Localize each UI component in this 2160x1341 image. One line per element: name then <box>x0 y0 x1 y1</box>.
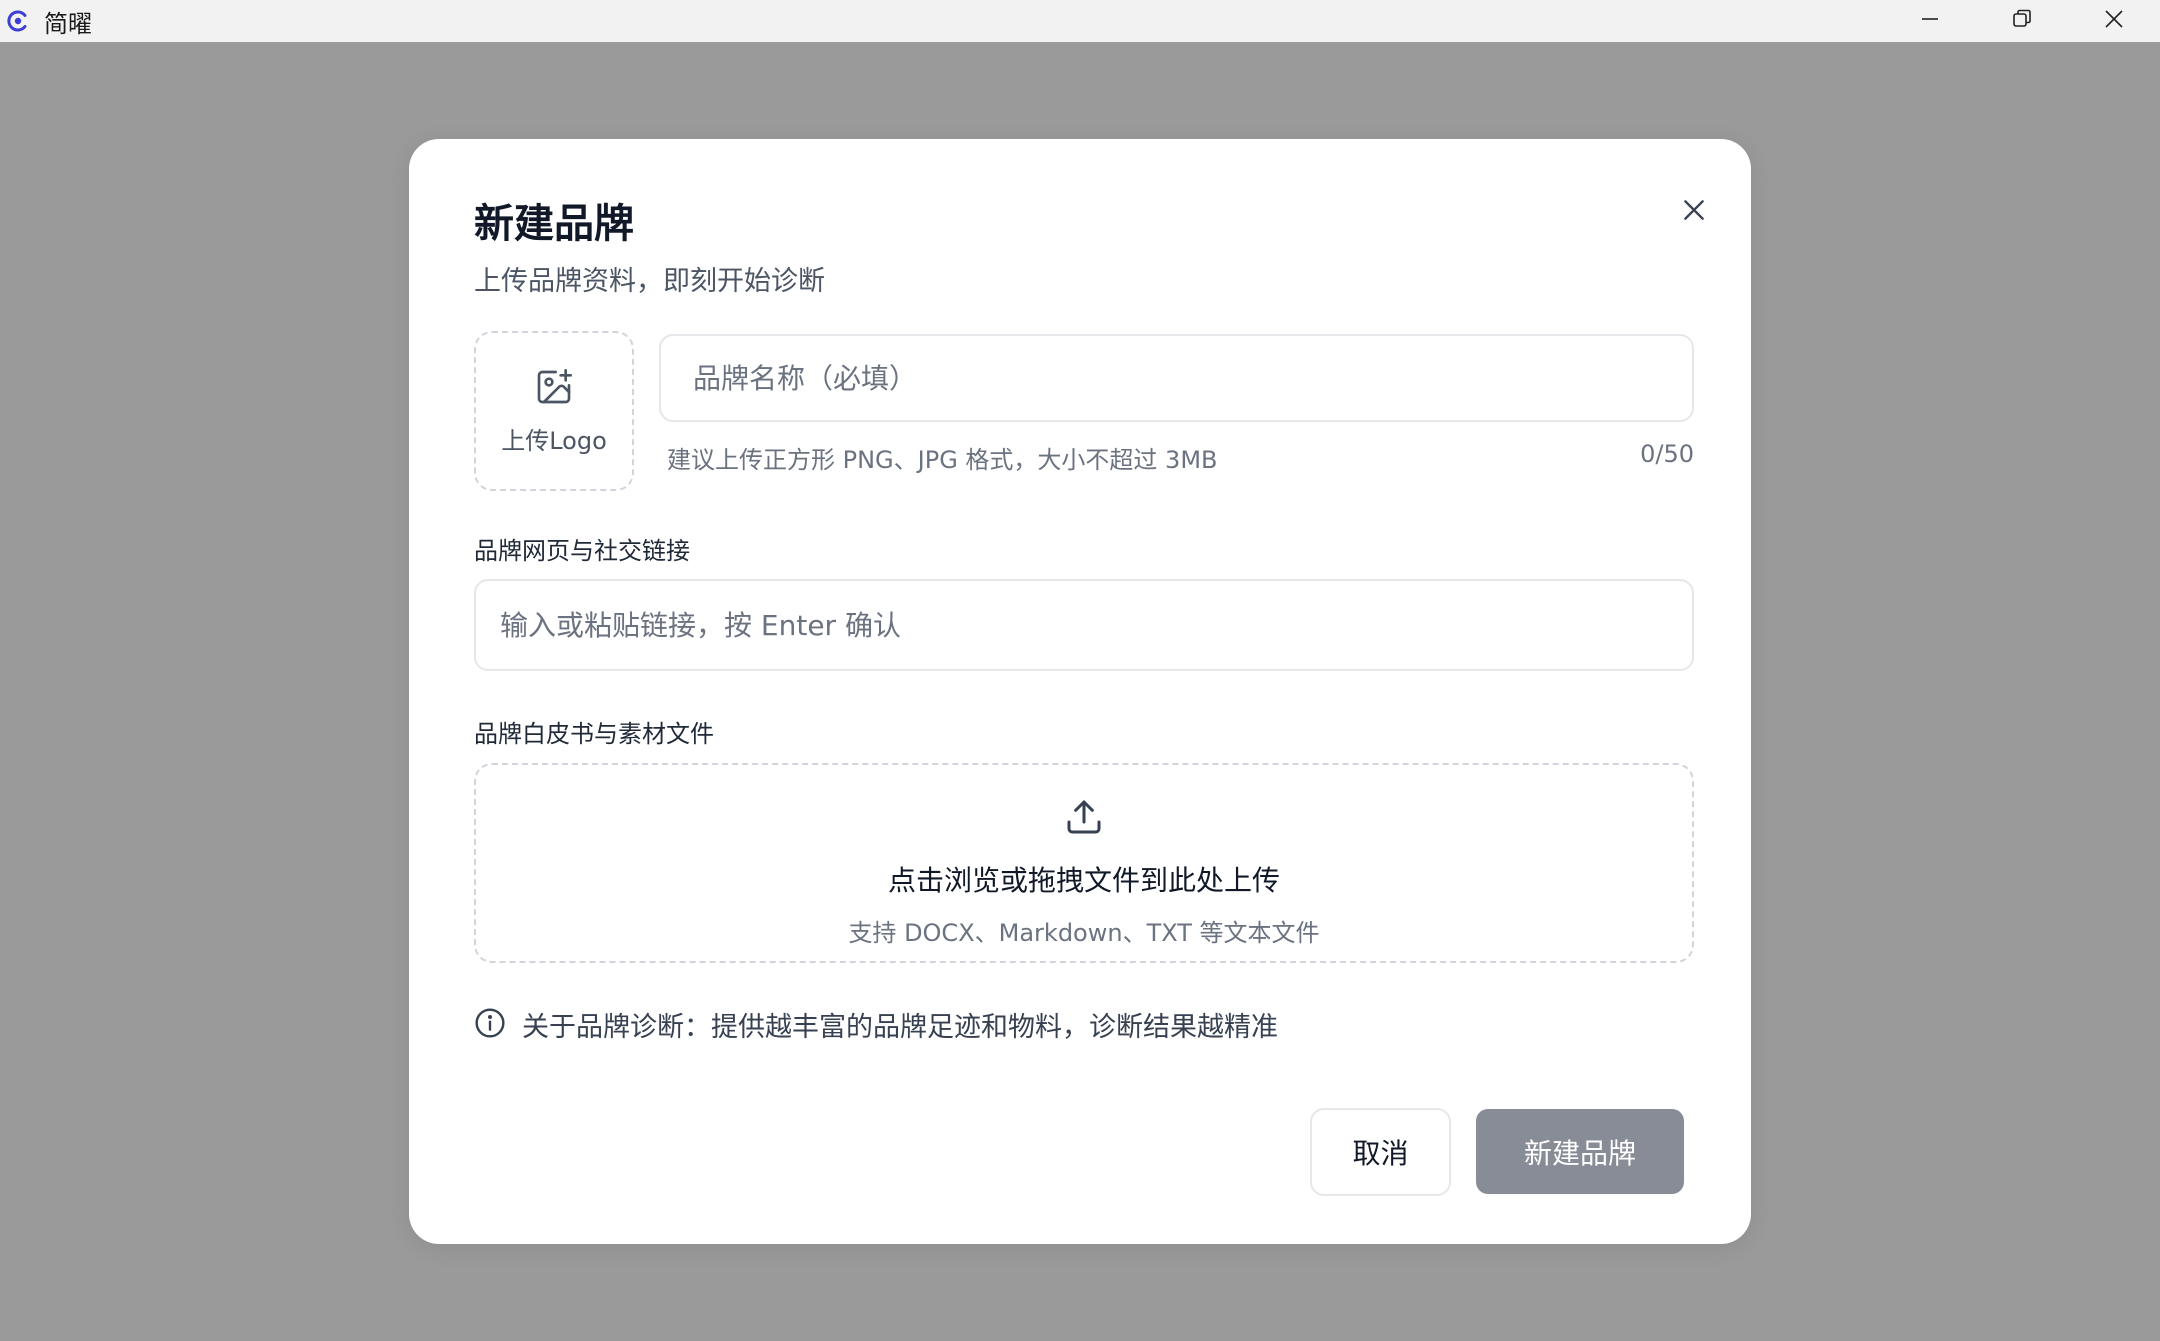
info-icon <box>474 1007 522 1043</box>
close-icon <box>2102 7 2126 35</box>
links-section-label: 品牌网页与社交链接 <box>474 537 690 565</box>
upload-icon <box>1064 765 1104 841</box>
links-input[interactable] <box>474 579 1694 671</box>
minimize-button[interactable] <box>1884 0 1976 42</box>
app-logo-icon <box>6 9 30 33</box>
create-brand-button[interactable]: 新建品牌 <box>1476 1109 1684 1194</box>
dropzone-title: 点击浏览或拖拽文件到此处上传 <box>887 864 1280 897</box>
cancel-button[interactable]: 取消 <box>1310 1108 1451 1196</box>
close-icon <box>1681 197 1707 227</box>
window-controls <box>1884 0 2160 42</box>
new-brand-dialog: 新建品牌 上传品牌资料，即刻开始诊断 上传Logo 建议上传正方形 PNG、JP… <box>409 139 1751 1244</box>
window-close-button[interactable] <box>2068 0 2160 42</box>
logo-upload-button[interactable]: 上传Logo <box>474 331 634 491</box>
logo-upload-label: 上传Logo <box>501 426 607 455</box>
file-dropzone[interactable]: 点击浏览或拖拽文件到此处上传 支持 DOCX、Markdown、TXT 等文本文… <box>474 763 1694 963</box>
minimize-icon <box>1918 7 1942 35</box>
dialog-subtitle: 上传品牌资料，即刻开始诊断 <box>474 266 825 297</box>
restore-icon <box>2010 7 2034 35</box>
diagnosis-info-text: 关于品牌诊断：提供越丰富的品牌足迹和物料，诊断结果越精准 <box>522 1012 1278 1043</box>
restore-button[interactable] <box>1976 0 2068 42</box>
logo-format-hint: 建议上传正方形 PNG、JPG 格式，大小不超过 3MB <box>667 446 1218 474</box>
image-plus-icon <box>534 367 574 421</box>
dropzone-subtitle: 支持 DOCX、Markdown、TXT 等文本文件 <box>848 919 1320 947</box>
brand-name-input[interactable] <box>659 334 1694 422</box>
app-title: 简曜 <box>44 9 92 38</box>
files-section-label: 品牌白皮书与素材文件 <box>474 720 714 748</box>
dialog-title: 新建品牌 <box>474 201 634 247</box>
diagnosis-info-note: 关于品牌诊断：提供越丰富的品牌足迹和物料，诊断结果越精准 <box>474 1005 1278 1044</box>
brand-name-char-count: 0/50 <box>1640 440 1694 468</box>
dialog-close-button[interactable] <box>1671 189 1717 235</box>
title-bar: 简曜 <box>0 0 2160 42</box>
